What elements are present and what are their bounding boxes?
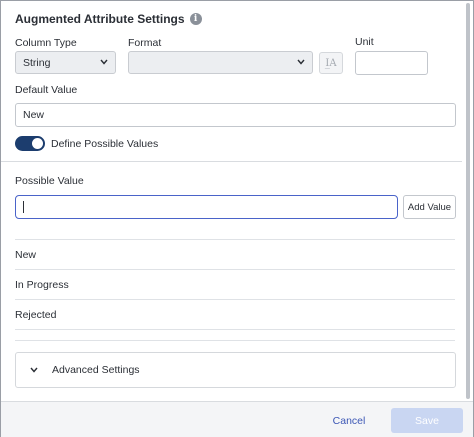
dialog-title: Augmented Attribute Settings (15, 12, 185, 26)
list-item[interactable]: New (15, 249, 455, 261)
chevron-down-icon (297, 59, 305, 65)
unit-input[interactable] (355, 51, 428, 75)
list-divider (15, 239, 455, 240)
chevron-down-icon (30, 367, 38, 373)
dialog-header: Augmented Attribute Settings i (15, 12, 202, 26)
list-divider (15, 329, 455, 330)
text-format-icon[interactable]: I̲A (319, 52, 343, 74)
scrollbar-thumb[interactable] (466, 3, 470, 399)
default-value-input[interactable]: New (15, 103, 456, 127)
possible-value-label: Possible Value (15, 175, 84, 187)
chevron-down-icon (100, 59, 108, 65)
column-type-select[interactable]: String (15, 51, 116, 74)
cancel-button[interactable]: Cancel (323, 412, 375, 430)
advanced-settings-expander[interactable]: Advanced Settings (15, 352, 456, 388)
scrollbar[interactable] (463, 1, 473, 401)
text-caret (23, 201, 24, 213)
attribute-settings-dialog: Augmented Attribute Settings i Column Ty… (0, 0, 474, 437)
possible-value-input[interactable] (15, 195, 398, 219)
list-item[interactable]: In Progress (15, 279, 455, 291)
info-icon[interactable]: i (189, 13, 202, 25)
advanced-settings-label: Advanced Settings (52, 364, 140, 376)
default-value-label: Default Value (15, 84, 78, 96)
list-divider (15, 269, 455, 270)
list-divider (15, 340, 455, 341)
define-possible-values-toggle[interactable] (15, 136, 45, 151)
save-button[interactable]: Save (391, 408, 463, 433)
toggle-knob (32, 138, 43, 149)
add-value-button[interactable]: Add Value (403, 195, 456, 219)
list-item[interactable]: Rejected (15, 309, 455, 321)
section-divider (1, 161, 462, 162)
format-select[interactable] (128, 51, 313, 74)
list-divider (15, 299, 455, 300)
default-value-text: New (23, 109, 45, 121)
column-type-label: Column Type (15, 37, 77, 49)
dialog-footer: Cancel Save (1, 401, 473, 437)
format-label: Format (128, 37, 162, 49)
define-possible-values-label: Define Possible Values (51, 137, 159, 150)
unit-label: Unit (355, 36, 374, 48)
define-possible-values-row: Define Possible Values (15, 136, 158, 151)
column-type-value: String (23, 56, 51, 69)
